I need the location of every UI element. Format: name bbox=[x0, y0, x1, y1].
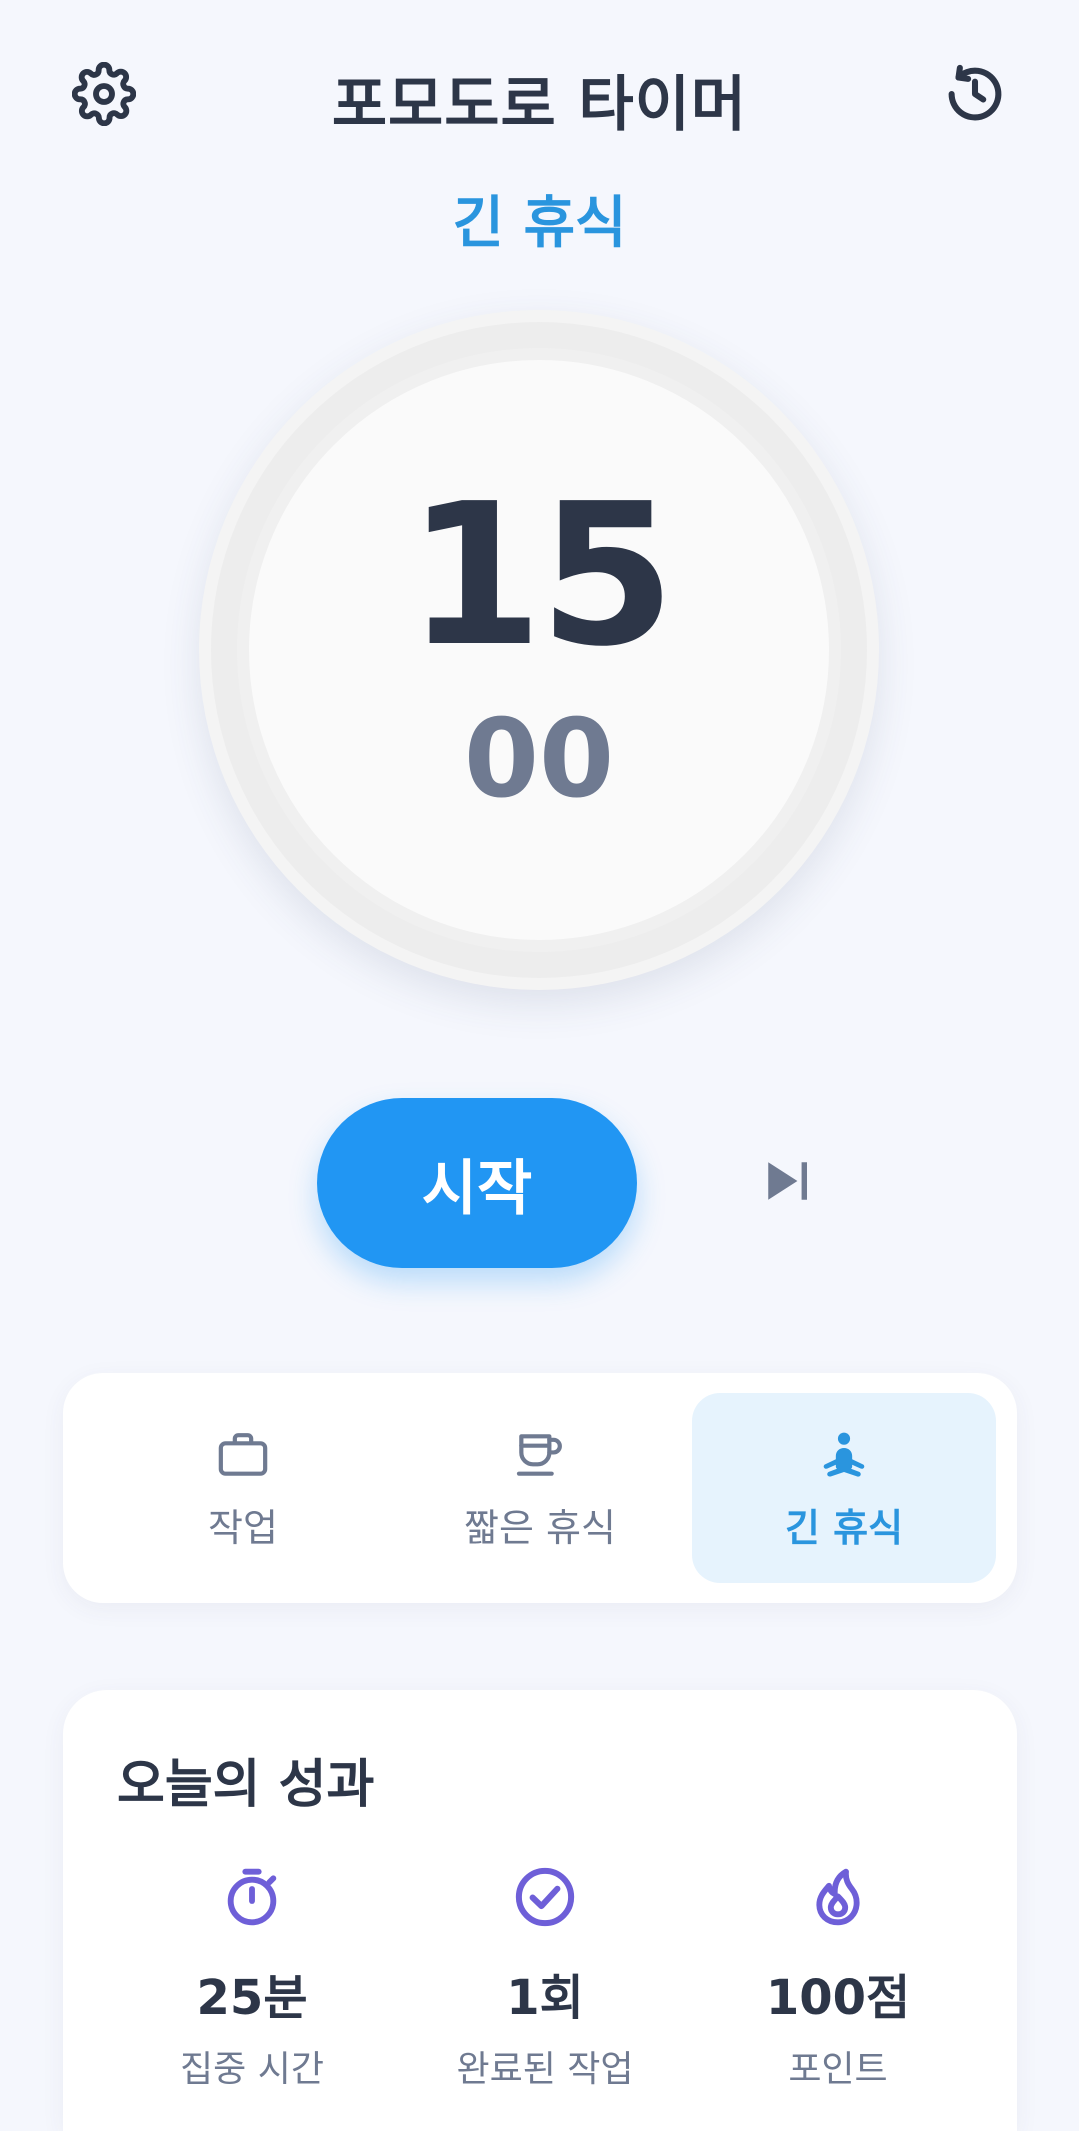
check-circle-icon bbox=[510, 1862, 580, 1932]
timer-minutes: 15 bbox=[406, 462, 676, 690]
tab-long-break[interactable]: 긴 휴식 bbox=[692, 1393, 996, 1583]
stat-completed-tasks: 1회 완료된 작업 bbox=[395, 1862, 695, 2092]
timer-seconds: 00 bbox=[463, 697, 615, 822]
stat-focus-time: 25분 집중 시간 bbox=[102, 1862, 402, 2092]
page-title: 포모도로 타이머 bbox=[331, 70, 748, 140]
coffee-cup-icon bbox=[510, 1425, 570, 1485]
stat-focus-time-label: 집중 시간 bbox=[180, 2049, 324, 2090]
stat-points-value: 100점 bbox=[765, 1970, 911, 2026]
stats-title: 오늘의 성과 bbox=[117, 1755, 375, 1815]
skip-next-icon bbox=[762, 1156, 812, 1210]
timer-dial: 15 00 bbox=[199, 310, 879, 990]
history-icon bbox=[942, 61, 1008, 131]
start-button[interactable]: 시작 bbox=[317, 1098, 637, 1268]
skip-button[interactable] bbox=[752, 1148, 822, 1218]
mode-selector: 작업 짧은 휴식 긴 휴식 bbox=[63, 1373, 1017, 1603]
stopwatch-icon bbox=[217, 1862, 287, 1932]
tab-short-break[interactable]: 짧은 휴식 bbox=[388, 1393, 692, 1583]
stat-focus-time-value: 25분 bbox=[196, 1970, 308, 2026]
current-mode-label: 긴 휴식 bbox=[452, 191, 627, 256]
flame-icon bbox=[803, 1862, 873, 1932]
tab-long-break-label: 긴 휴식 bbox=[784, 1505, 904, 1550]
stat-completed-tasks-label: 완료된 작업 bbox=[456, 2049, 634, 2090]
tab-short-break-label: 짧은 휴식 bbox=[464, 1505, 616, 1550]
history-button[interactable] bbox=[939, 60, 1011, 132]
tab-work[interactable]: 작업 bbox=[91, 1393, 395, 1583]
stat-points: 100점 포인트 bbox=[688, 1862, 988, 2092]
stat-completed-tasks-value: 1회 bbox=[506, 1970, 584, 2026]
meditation-icon bbox=[814, 1425, 874, 1485]
tab-work-label: 작업 bbox=[208, 1505, 278, 1550]
briefcase-icon bbox=[213, 1425, 273, 1485]
daily-stats-card: 오늘의 성과 25분 집중 시간 1회 완료된 작업 100점 포인트 bbox=[63, 1690, 1017, 2131]
stat-points-label: 포인트 bbox=[788, 2049, 888, 2090]
